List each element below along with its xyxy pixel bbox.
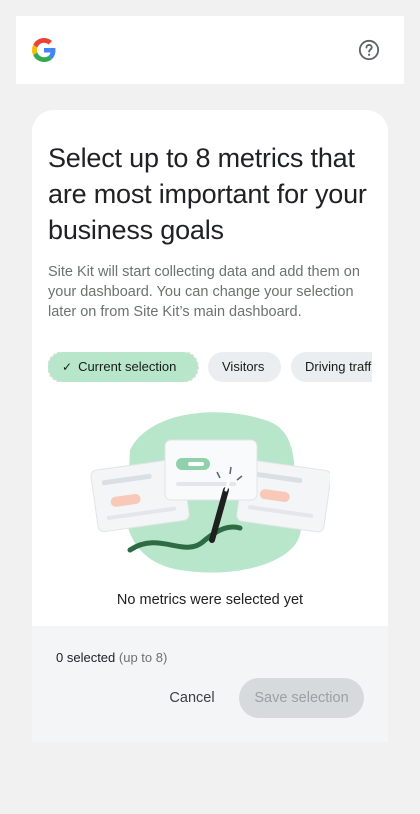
chip-visitors[interactable]: Visitors [208,352,281,382]
save-selection-button[interactable]: Save selection [239,678,364,718]
check-icon: ✓ [62,360,73,374]
selection-footer: 0 selected (up to 8) Cancel Save selecti… [32,626,388,742]
chip-label: Driving traffic [305,359,372,374]
panel-description: Site Kit will start collecting data and … [48,264,360,320]
top-bar [16,16,404,84]
selected-count-value: 0 selected [56,650,116,665]
selected-count: 0 selected (up to 8) [56,650,167,665]
metric-selection-panel: Select up to 8 metrics that are most imp… [32,110,388,742]
selection-limit: (up to 8) [118,650,168,665]
chip-current-selection[interactable]: ✓ Current selection [48,352,199,382]
cancel-button[interactable]: Cancel [158,678,226,718]
empty-state-illustration [90,412,330,573]
google-logo-icon [32,38,56,62]
empty-state-message: No metrics were selected yet [116,592,304,608]
panel-title: Select up to 8 metrics that are most imp… [48,143,367,245]
chip-label: Visitors [222,359,265,374]
chip-label: Current selection [78,359,177,374]
help-circle-icon[interactable] [358,39,380,61]
metric-group-chips: ✓ Current selection Visitors Driving traf… [48,352,372,382]
chip-driving-traffic[interactable]: Driving traffic [291,352,372,382]
